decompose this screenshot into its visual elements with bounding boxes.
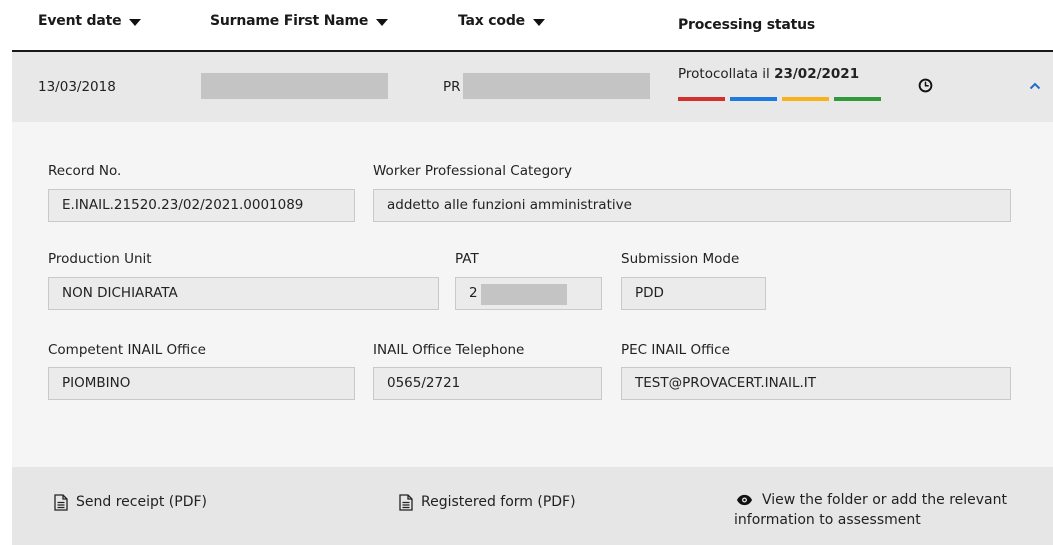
pat-label: PAT (455, 251, 479, 267)
status-bar-green (834, 97, 881, 101)
pat-field: 2 (455, 277, 602, 310)
event-date-header: Event date (38, 13, 122, 29)
redacted-name (201, 73, 388, 99)
pec-field: TEST@PROVACERT.INAIL.IT (621, 367, 1011, 400)
office-label: Competent INAIL Office (48, 342, 206, 358)
eye-icon (736, 494, 753, 506)
production-unit-label: Production Unit (48, 251, 152, 267)
telephone-field: 0565/2721 (373, 367, 602, 400)
status-bar-blue (730, 97, 777, 101)
clock-icon[interactable] (918, 78, 933, 93)
production-unit-field: NON DICHIARATA (48, 277, 439, 310)
status-bar-red (678, 97, 725, 101)
caret-down-icon (532, 18, 545, 26)
name-header: Surname First Name (210, 13, 369, 29)
tax-code-header: Tax code (458, 13, 525, 29)
detail-panel: Record No. E.INAIL.21520.23/02/2021.0001… (12, 122, 1053, 467)
status-header-label: Processing status (678, 17, 815, 33)
view-folder-label-line2: information to assessment (734, 512, 921, 528)
view-folder-label-line1: View the folder or add the relevant (762, 492, 1007, 508)
record-no-label: Record No. (48, 163, 122, 179)
status-prefix: Protocollata il (678, 66, 775, 82)
status-progress-bars (678, 97, 881, 101)
status-bar-yellow (782, 97, 829, 101)
event-date-cell: 13/03/2018 (38, 79, 116, 95)
sort-tax-code[interactable]: Tax code (458, 13, 545, 29)
submission-mode-label: Submission Mode (621, 251, 740, 267)
record-no-field: E.INAIL.21520.23/02/2021.0001089 (48, 189, 355, 222)
office-field: PIOMBINO (48, 367, 355, 400)
status-date: 23/02/2021 (774, 66, 860, 82)
tax-code-cell: PR (443, 79, 461, 95)
worker-category-label: Worker Professional Category (373, 163, 572, 179)
registered-form-link[interactable]: Registered form (PDF) (399, 494, 576, 511)
document-icon (399, 494, 413, 511)
submission-mode-field: PDD (621, 277, 766, 310)
status-text: Protocollata il 23/02/2021 (678, 66, 859, 82)
sort-event-date[interactable]: Event date (38, 13, 142, 29)
document-icon (54, 494, 68, 511)
registered-form-label: Registered form (PDF) (421, 494, 576, 510)
redacted-pat (481, 284, 567, 305)
send-receipt-label: Send receipt (PDF) (76, 494, 207, 510)
caret-down-icon (376, 18, 389, 26)
caret-down-icon (129, 18, 142, 26)
worker-category-field: addetto alle funzioni amministrative (373, 189, 1011, 222)
chevron-up-icon[interactable] (1028, 79, 1042, 93)
telephone-label: INAIL Office Telephone (373, 342, 525, 358)
redacted-tax-code (463, 73, 650, 99)
table-row[interactable]: 13/03/2018 PR Protocollata il 23/02/2021 (12, 52, 1053, 122)
pat-value: 2 (469, 285, 478, 301)
sort-name[interactable]: Surname First Name (210, 13, 389, 29)
send-receipt-link[interactable]: Send receipt (PDF) (54, 494, 207, 511)
detail-footer: Send receipt (PDF) Registered form (PDF)… (12, 467, 1053, 545)
table-header: Event date Surname First Name Tax code P… (12, 0, 1053, 50)
pec-label: PEC INAIL Office (621, 342, 730, 358)
view-folder-link[interactable]: View the folder or add the relevant info… (734, 490, 1044, 530)
status-header: Processing status (678, 17, 815, 33)
